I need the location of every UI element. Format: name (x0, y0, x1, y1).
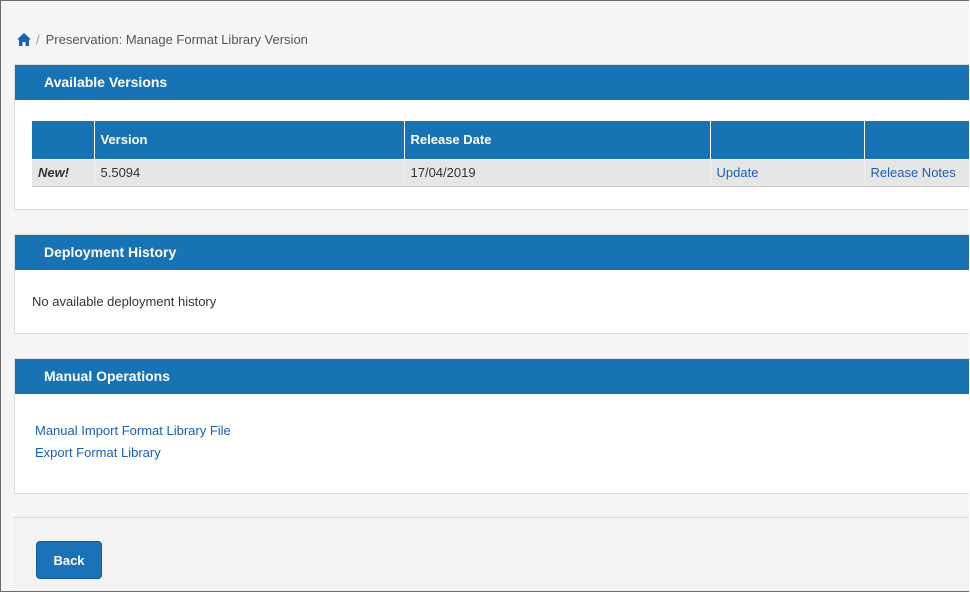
breadcrumb-current: Preservation: Manage Format Library Vers… (45, 31, 308, 47)
release-notes-link[interactable]: Release Notes (871, 165, 956, 180)
manual-operations-panel: Manual Operations Manual Import Format L… (14, 358, 969, 494)
new-flag: New! (32, 158, 95, 187)
release-date-cell: 17/04/2019 (404, 158, 711, 187)
back-button[interactable]: Back (36, 541, 102, 579)
deployment-history-header: Deployment History (15, 235, 969, 270)
breadcrumb: / Preservation: Manage Format Library Ve… (15, 27, 969, 51)
table-header-row: Version Release Date (32, 121, 969, 159)
version-cell: 5.5094 (94, 158, 405, 187)
versions-table: Version Release Date New! 5.5094 17/04/2… (32, 121, 969, 187)
home-icon[interactable] (17, 32, 31, 46)
column-header-notes (864, 121, 969, 159)
table-row: New! 5.5094 17/04/2019 Update Release No… (32, 158, 969, 187)
column-header-action (710, 121, 865, 159)
manual-operations-links: Manual Import Format Library File Export… (35, 420, 231, 464)
breadcrumb-separator: / (36, 31, 40, 47)
column-header-flag (32, 121, 95, 159)
manual-import-link[interactable]: Manual Import Format Library File (35, 420, 231, 442)
manual-operations-header: Manual Operations (15, 359, 969, 394)
deployment-history-empty-text: No available deployment history (32, 294, 217, 309)
column-header-release-date: Release Date (404, 121, 711, 159)
export-format-library-link[interactable]: Export Format Library (35, 442, 231, 464)
column-header-version: Version (94, 121, 405, 159)
page-frame: / Preservation: Manage Format Library Ve… (0, 0, 969, 592)
deployment-history-panel: Deployment History No available deployme… (14, 234, 969, 334)
update-cell: Update (710, 158, 865, 187)
available-versions-header: Available Versions (15, 65, 969, 100)
available-versions-panel: Available Versions Version Release Date … (14, 64, 969, 210)
release-notes-cell: Release Notes (864, 158, 969, 187)
update-link[interactable]: Update (717, 165, 759, 180)
footer-bar: Back (14, 517, 969, 591)
